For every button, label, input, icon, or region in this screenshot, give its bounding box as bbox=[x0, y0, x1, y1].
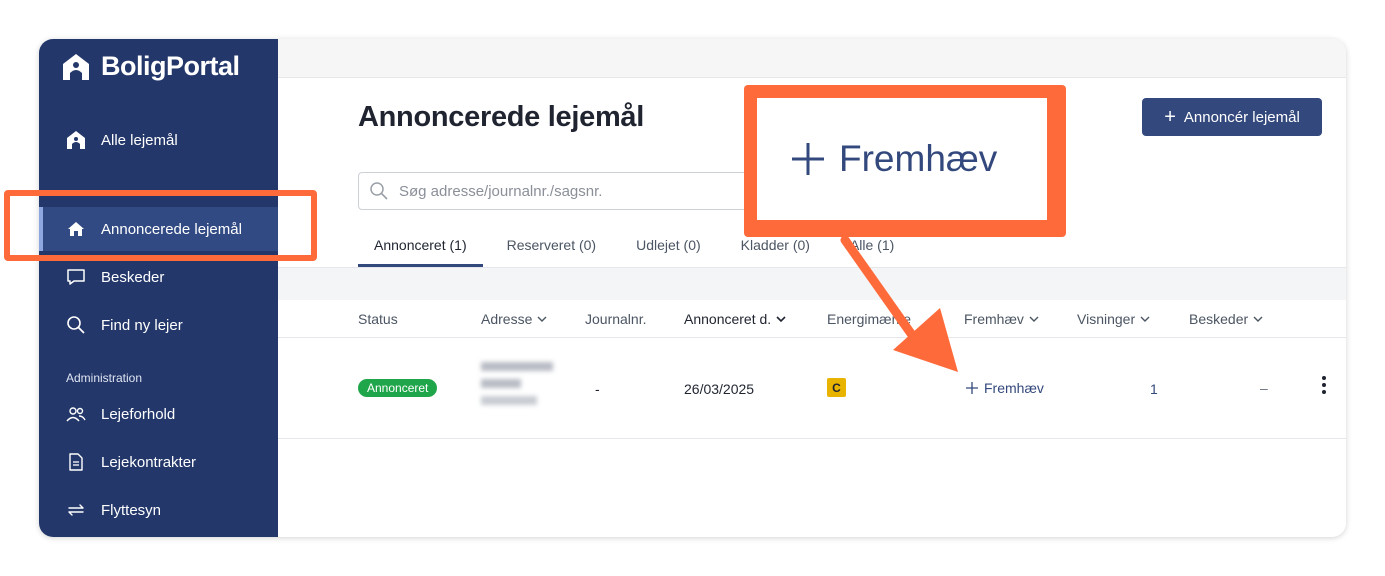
callout-box: Fremhæv bbox=[744, 85, 1066, 237]
annotation-arrow bbox=[840, 235, 958, 372]
plus-icon bbox=[792, 143, 824, 175]
callout-inner: Fremhæv bbox=[757, 98, 1047, 220]
callout-label: Fremhæv bbox=[839, 138, 998, 179]
